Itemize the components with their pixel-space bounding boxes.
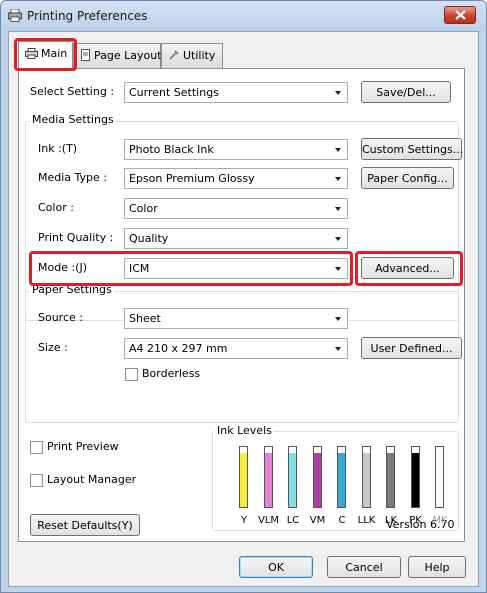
dialog-client: Main Page Layout Utility Select Setting …	[8, 31, 479, 587]
ink-label-vlm: VLM	[257, 515, 280, 526]
tab-page-layout-label: Page Layout	[94, 49, 162, 62]
chevron-down-icon	[335, 347, 341, 351]
print-quality-dropdown[interactable]: Quality	[124, 228, 348, 249]
borderless-label: Borderless	[142, 367, 201, 380]
layout-manager-label: Layout Manager	[47, 473, 137, 486]
media-type-label: Media Type :	[38, 171, 108, 184]
ink-fill-c	[338, 453, 345, 507]
ok-button[interactable]: OK	[239, 556, 313, 578]
tab-page-layout[interactable]: Page Layout	[73, 43, 162, 68]
ink-label-mk: MK	[432, 515, 448, 526]
chevron-down-icon	[335, 207, 341, 211]
ink-label-lc: LC	[286, 515, 300, 526]
media-type-value: Epson Premium Glossy	[129, 172, 255, 185]
ink-bar-y	[239, 446, 248, 508]
color-label: Color :	[38, 201, 74, 214]
ink-label-c: C	[338, 515, 346, 526]
chevron-down-icon	[335, 317, 341, 321]
help-button[interactable]: Help	[408, 556, 466, 578]
tab-utility-label: Utility	[183, 49, 216, 62]
borderless-checkbox[interactable]	[125, 368, 138, 381]
advanced-highlight-frame	[355, 251, 463, 286]
save-del-button[interactable]: Save/Del...	[361, 81, 451, 103]
layout-manager-checkbox[interactable]	[30, 474, 43, 487]
printing-preferences-window: Printing Preferences Main Page Layout Ut…	[0, 0, 487, 593]
ink-label-llk: LLK	[357, 515, 376, 526]
print-preview-label: Print Preview	[47, 440, 119, 453]
ink-bar-vm	[312, 446, 322, 508]
media-settings-title: Media Settings	[30, 113, 116, 126]
ink-fill-lk	[387, 453, 394, 507]
paper-config-button[interactable]: Paper Config...	[361, 167, 454, 189]
utility-wrench-icon	[169, 50, 179, 60]
ink-bar-llk	[361, 446, 371, 508]
ink-bar-pk	[410, 446, 420, 508]
custom-settings-button[interactable]: Custom Settings...	[361, 138, 463, 160]
size-label: Size :	[38, 341, 68, 354]
ink-value: Photo Black Ink	[129, 143, 214, 156]
ink-fill-vm	[313, 453, 321, 507]
reset-defaults-button[interactable]: Reset Defaults(Y)	[30, 514, 140, 536]
print-quality-value: Quality	[129, 232, 169, 245]
size-dropdown[interactable]: A4 210 x 297 mm	[124, 338, 348, 359]
ink-label-pk: PK	[409, 515, 422, 526]
main-tab-panel: Select Setting : Current Settings Save/D…	[18, 68, 465, 542]
select-setting-value: Current Settings	[129, 86, 219, 99]
close-icon	[455, 10, 466, 20]
select-setting-label: Select Setting :	[30, 85, 115, 98]
title-bar[interactable]: Printing Preferences	[1, 1, 486, 31]
ink-bar-mk	[435, 446, 444, 508]
print-quality-label: Print Quality :	[38, 231, 114, 244]
color-value: Color	[129, 202, 158, 215]
main-tab-highlight-frame	[14, 38, 77, 71]
ink-dropdown[interactable]: Photo Black Ink	[124, 139, 348, 160]
ink-fill-llk	[362, 453, 370, 507]
chevron-down-icon	[335, 177, 341, 181]
ink-levels-title: Ink Levels	[215, 424, 274, 437]
source-dropdown[interactable]: Sheet	[124, 308, 348, 329]
source-label: Source :	[38, 311, 83, 324]
ink-fill-lc	[289, 453, 296, 507]
user-defined-button[interactable]: User Defined...	[361, 337, 462, 359]
ink-bar-vlm	[263, 446, 273, 508]
ink-fill-y	[240, 453, 247, 507]
chevron-down-icon	[335, 91, 341, 95]
window-title: Printing Preferences	[27, 9, 148, 23]
printer-icon	[8, 9, 22, 22]
ink-label-y: Y	[240, 515, 248, 526]
chevron-down-icon	[335, 148, 341, 152]
ink-bar-lc	[288, 446, 297, 508]
cancel-button[interactable]: Cancel	[327, 556, 401, 578]
source-value: Sheet	[129, 312, 161, 325]
ink-label-vm: VM	[309, 515, 326, 526]
ink-fill-pk	[411, 453, 419, 507]
print-preview-checkbox[interactable]	[30, 441, 43, 454]
ink-bar-c	[337, 446, 346, 508]
select-setting-dropdown[interactable]: Current Settings	[124, 82, 348, 103]
ink-bar-lk	[386, 446, 395, 508]
mode-highlight-frame	[29, 251, 353, 286]
ink-label-lk: LK	[384, 515, 398, 526]
color-dropdown[interactable]: Color	[124, 198, 348, 219]
ink-label: Ink :(T)	[38, 142, 78, 155]
ink-fill-vlm	[264, 453, 272, 507]
media-type-dropdown[interactable]: Epson Premium Glossy	[124, 168, 348, 189]
size-value: A4 210 x 297 mm	[129, 342, 228, 355]
chevron-down-icon	[335, 237, 341, 241]
close-button[interactable]	[444, 6, 476, 24]
tab-utility[interactable]: Utility	[161, 43, 223, 68]
page-layout-icon	[81, 49, 90, 61]
